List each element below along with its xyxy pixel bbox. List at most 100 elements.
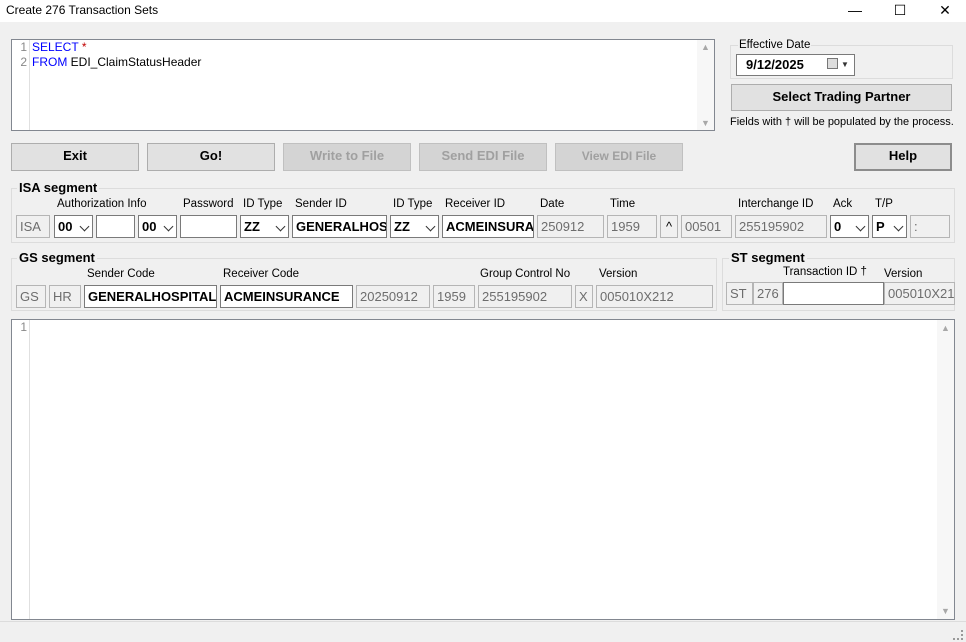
password-qualifier-value: 00 — [142, 219, 157, 234]
output-editor[interactable]: 1 ▲ ▼ — [11, 319, 955, 620]
tp-select[interactable]: P — [872, 215, 907, 238]
authorization-info-label: Authorization Info — [57, 198, 147, 210]
gs-date-field: 20250912 — [356, 285, 430, 308]
query-line-1: SELECT * — [32, 40, 86, 55]
group-control-no-label: Group Control No — [480, 268, 571, 280]
populated-note: Fields with † will be populated by the p… — [730, 116, 954, 128]
st-version-label: Version — [884, 268, 923, 280]
table-name: EDI_ClaimStatusHeader — [67, 55, 202, 69]
gs-prefix: GS — [16, 285, 46, 308]
receiver-id-label: Receiver ID — [445, 198, 506, 210]
password-label: Password — [183, 198, 234, 210]
sender-id-type-value: ZZ — [244, 219, 260, 234]
sender-code-input[interactable]: GENERALHOSPITAL — [84, 285, 217, 308]
time-label: Time — [610, 198, 636, 210]
group-control-no-field: 255195902 — [478, 285, 572, 308]
query-line-2: FROM EDI_ClaimStatusHeader — [32, 55, 201, 70]
interchange-id-label: Interchange ID — [738, 198, 814, 210]
chevron-down-icon — [79, 221, 90, 232]
receiver-id-input[interactable]: ACMEINSURANCE — [442, 215, 534, 238]
go-button[interactable]: Go! — [147, 143, 275, 171]
date-label: Date — [540, 198, 565, 210]
chevron-down-icon — [275, 221, 286, 232]
query-editor[interactable]: 1 2 SELECT * FROM EDI_ClaimStatusHeader … — [11, 39, 715, 131]
password-input[interactable] — [180, 215, 237, 238]
write-to-file-button[interactable]: Write to File — [283, 143, 411, 171]
component-separator: : — [910, 215, 950, 238]
minimize-button[interactable]: — — [832, 0, 878, 22]
repetition-separator: ^ — [660, 215, 678, 238]
help-button[interactable]: Help — [854, 143, 952, 171]
receiver-id-type-select[interactable]: ZZ — [390, 215, 439, 238]
agency-code-field: X — [575, 285, 593, 308]
sender-code-label: Sender Code — [87, 268, 155, 280]
ack-value: 0 — [834, 219, 842, 234]
gs-segment-title: GS segment — [17, 250, 97, 265]
isa-segment-title: ISA segment — [17, 180, 100, 195]
auth-qualifier-value: 00 — [58, 219, 73, 234]
select-trading-partner-button[interactable]: Select Trading Partner — [731, 84, 952, 111]
line-number: 2 — [20, 55, 27, 69]
isa-date-field: 250912 — [537, 215, 604, 238]
receiver-code-input[interactable]: ACMEINSURANCE — [220, 285, 353, 308]
auth-info-input[interactable] — [96, 215, 135, 238]
scroll-up-icon[interactable]: ▲ — [697, 42, 714, 52]
scroll-down-icon[interactable]: ▼ — [697, 118, 714, 128]
tp-label: T/P — [875, 198, 893, 210]
chevron-down-icon[interactable]: ▼ — [841, 55, 849, 75]
gs-version-label: Version — [599, 268, 638, 280]
isa-prefix: ISA — [16, 215, 50, 238]
output-scrollbar[interactable]: ▲ ▼ — [937, 320, 954, 619]
sender-id-input[interactable]: GENERALHOSPITAL — [292, 215, 387, 238]
line-number: 1 — [20, 320, 27, 334]
receiver-code-label: Receiver Code — [223, 268, 300, 280]
maximize-button[interactable]: ☐ — [877, 0, 923, 22]
keyword-select: SELECT — [32, 40, 79, 54]
chevron-down-icon — [163, 221, 174, 232]
effective-date-picker[interactable]: 9/12/2025 ▼ — [736, 54, 855, 76]
close-button[interactable]: ✕ — [922, 0, 966, 22]
tp-value: P — [876, 219, 885, 234]
ack-label: Ack — [833, 198, 853, 210]
query-scrollbar[interactable]: ▲ ▼ — [697, 40, 714, 130]
st-version-field: 005010X212 — [884, 282, 955, 305]
chevron-down-icon — [425, 221, 436, 232]
chevron-down-icon — [893, 221, 904, 232]
isa-version-field: 00501 — [681, 215, 732, 238]
resize-grip-icon[interactable] — [953, 630, 963, 640]
functional-id-field: HR — [49, 285, 81, 308]
password-qualifier-select[interactable]: 00 — [138, 215, 177, 238]
interchange-id-field: 255195902 — [735, 215, 827, 238]
effective-date-label: Effective Date — [738, 39, 812, 51]
ack-select[interactable]: 0 — [830, 215, 869, 238]
auth-qualifier-select[interactable]: 00 — [54, 215, 93, 238]
sender-id-label: Sender ID — [295, 198, 347, 210]
chevron-down-icon — [855, 221, 866, 232]
scroll-down-icon[interactable]: ▼ — [937, 606, 954, 616]
id-type-label: ID Type — [243, 198, 283, 210]
query-line-gutter: 1 2 — [12, 40, 30, 130]
st-prefix: ST — [726, 282, 753, 305]
calendar-icon[interactable] — [827, 58, 838, 69]
isa-time-field: 1959 — [607, 215, 657, 238]
keyword-from: FROM — [32, 55, 68, 69]
receiver-id-type-value: ZZ — [394, 219, 410, 234]
output-line-gutter: 1 — [12, 320, 30, 619]
id-type-label: ID Type — [393, 198, 433, 210]
transaction-set-field: 276 — [753, 282, 783, 305]
gs-version-field: 005010X212 — [596, 285, 713, 308]
sender-id-type-select[interactable]: ZZ — [240, 215, 289, 238]
st-segment-title: ST segment — [729, 250, 807, 265]
scroll-up-icon[interactable]: ▲ — [937, 323, 954, 333]
view-edi-file-button[interactable]: View EDI File — [555, 143, 683, 171]
status-bar — [0, 621, 966, 642]
window-title: Create 276 Transaction Sets — [6, 3, 159, 17]
gs-time-field: 1959 — [433, 285, 475, 308]
line-number: 1 — [20, 40, 27, 54]
transaction-id-label: Transaction ID † — [783, 266, 867, 278]
effective-date-value: 9/12/2025 — [746, 57, 804, 72]
send-edi-file-button[interactable]: Send EDI File — [419, 143, 547, 171]
exit-button[interactable]: Exit — [11, 143, 139, 171]
select-star: * — [81, 40, 87, 54]
transaction-id-field — [783, 282, 884, 305]
